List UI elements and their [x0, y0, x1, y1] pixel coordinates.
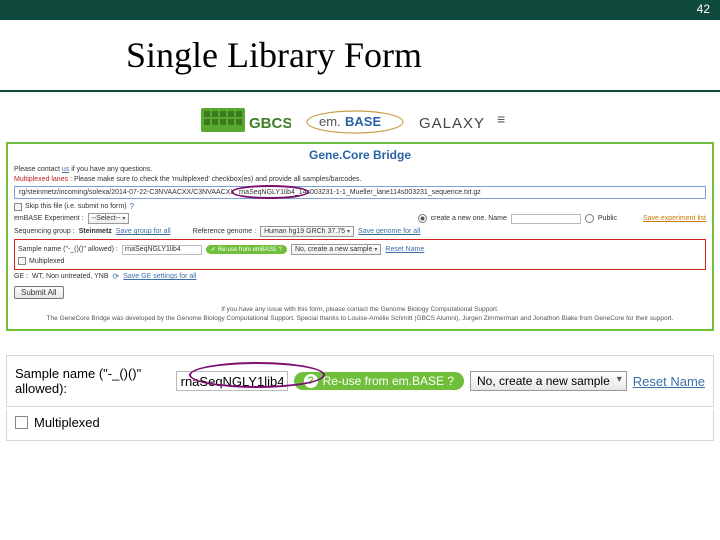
ge-value: WT, Non untreated, YNB — [32, 273, 109, 280]
submit-row: Submit All — [14, 286, 706, 299]
seq-group-row: Sequencing group : Steinmetz Save group … — [14, 226, 706, 237]
reuse-select[interactable]: No, create a new sample — [470, 371, 627, 391]
sample-name-row-small: Sample name ("-_()()" allowed) : rnaSeqN… — [18, 244, 702, 255]
enlarged-multiplex-row: Multiplexed — [6, 409, 714, 441]
new-name-input[interactable] — [511, 214, 581, 224]
logo-row: GBCS em. BASE GALAXY ≡ — [0, 108, 720, 136]
slide-title: Single Library Form — [126, 34, 422, 76]
save-ge-link[interactable]: Save GE settings for all — [123, 273, 196, 280]
contact-line: Please contact us if you have any questi… — [14, 166, 706, 173]
footer-line-1: If you have any issue with this form, pl… — [14, 305, 706, 314]
reset-name-link[interactable]: Reset Name — [633, 374, 705, 389]
enlarged-sample-row: Sample name ("-_()()" allowed): ? Re-use… — [6, 355, 714, 407]
chevron-down-icon: ▾ — [347, 228, 350, 235]
chevron-down-icon: ▾ — [122, 215, 125, 222]
submit-all-button[interactable]: Submit All — [14, 286, 64, 299]
reuse-select-value: No, create a new sample — [477, 374, 610, 388]
embase-logo: em. BASE — [305, 108, 405, 136]
sample-name-label-small: Sample name ("-_()()" allowed) : — [18, 246, 118, 253]
multiplexed-label: Multiplexed — [34, 415, 100, 430]
experiment-select-value: --Select-- — [92, 215, 121, 222]
svg-text:BASE: BASE — [345, 114, 381, 129]
public-radio[interactable] — [585, 214, 594, 223]
reuse-pill-label: Re-use from em.BASE ? — [323, 374, 454, 388]
highlight-oval-path-icon — [231, 185, 309, 199]
skip-file-checkbox[interactable] — [14, 203, 22, 211]
svg-text:GBCS: GBCS — [249, 115, 291, 132]
skip-file-row: Skip this file (i.e. submit no form) ? — [14, 202, 706, 211]
multiplexed-row-small: Multiplexed — [18, 257, 702, 265]
create-new-label: create a new one. Name — [431, 215, 507, 222]
page-number-bar: 42 — [0, 0, 720, 18]
refresh-icon[interactable]: ⟳ — [113, 272, 120, 281]
multiplex-warn-text: Please make sure to check the 'multiplex… — [74, 176, 362, 183]
sample-name-input[interactable] — [176, 371, 288, 391]
contact-suffix: if you have any questions. — [71, 166, 152, 173]
galaxy-logo: GALAXY ≡ — [419, 108, 519, 136]
gbcs-logo: GBCS — [201, 108, 291, 136]
multiplexed-label-small: Multiplexed — [29, 258, 64, 265]
reuse-pill-small[interactable]: Re-use from emBASE ? — [206, 245, 287, 254]
svg-text:em.: em. — [319, 114, 341, 129]
red-highlight-box: Sample name ("-_()()" allowed) : rnaSeqN… — [14, 239, 706, 270]
multiplex-warn-label: Multiplexed lanes : — [14, 176, 72, 183]
seq-group-value: Steinmetz — [79, 228, 112, 235]
file-path-box: rg/steinmetz/incoming/solexa/2014-07-22-… — [14, 186, 706, 199]
slide-title-band: Single Library Form — [0, 18, 720, 92]
skip-file-label: Skip this file (i.e. submit no form) — [25, 203, 127, 210]
multiplex-warning: Multiplexed lanes : Please make sure to … — [14, 176, 706, 183]
experiment-select[interactable]: --Select--▾ — [88, 213, 130, 224]
save-group-link[interactable]: Save group for all — [116, 228, 171, 235]
save-experiment-link[interactable]: Save experiment list — [643, 215, 706, 222]
bridge-panel: Gene.Core Bridge Please contact us if yo… — [6, 142, 714, 331]
create-new-radio[interactable] — [418, 214, 427, 223]
public-label: Public — [598, 215, 617, 222]
ge-label: GE : — [14, 273, 28, 280]
contact-prefix: Please contact — [14, 166, 62, 173]
panel-footer: If you have any issue with this form, pl… — [14, 305, 706, 323]
ref-genome-label: Reference genome : — [193, 228, 256, 235]
question-icon: ? — [304, 374, 318, 388]
bridge-title: Gene.Core Bridge — [14, 148, 706, 162]
page-number: 42 — [697, 2, 710, 16]
ref-genome-value: Human hg19 GRCh 37.75 — [264, 228, 345, 235]
sample-name-label: Sample name ("-_()()" allowed): — [15, 366, 170, 396]
ge-row: GE : WT, Non untreated, YNB ⟳ Save GE se… — [14, 272, 706, 281]
save-genome-link[interactable]: Save genome for all — [358, 228, 420, 235]
experiment-label: emBASE Experiment : — [14, 215, 84, 222]
reuse-pill[interactable]: ? Re-use from em.BASE ? — [294, 372, 464, 390]
multiplexed-checkbox[interactable] — [15, 416, 28, 429]
footer-line-2: The GeneCore Bridge was developed by the… — [14, 314, 706, 323]
svg-text:GALAXY: GALAXY — [419, 115, 485, 132]
help-icon[interactable]: ? — [130, 202, 134, 211]
reset-name-link-small[interactable]: Reset Name — [385, 246, 424, 253]
experiment-row: emBASE Experiment : --Select--▾ create a… — [14, 213, 706, 224]
contact-us-link[interactable]: us — [62, 166, 69, 173]
sample-name-input-small[interactable]: rnaSeqNGLY1lib4 — [122, 245, 202, 255]
svg-text:≡: ≡ — [497, 111, 505, 127]
chevron-down-icon: ▾ — [374, 246, 377, 253]
ref-genome-select[interactable]: Human hg19 GRCh 37.75▾ — [260, 226, 354, 237]
reuse-select-small[interactable]: No, create a new sample▾ — [291, 244, 381, 255]
multiplexed-checkbox-small[interactable] — [18, 257, 26, 265]
seq-group-label: Sequencing group : — [14, 228, 75, 235]
